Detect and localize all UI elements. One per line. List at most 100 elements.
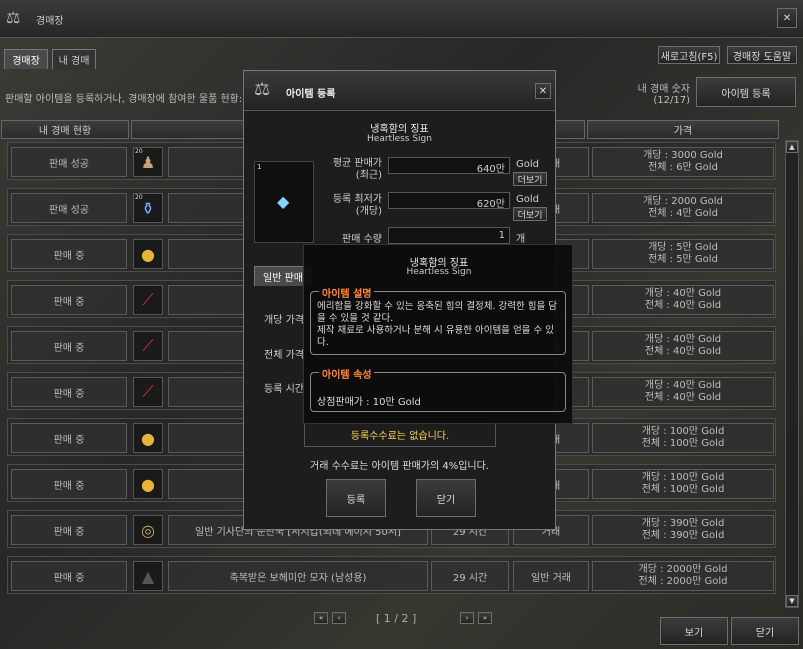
item-tooltip: 냉혹함의 징표 Heartless Sign 아이템 설명 에리함을 강화할 수… <box>303 244 573 424</box>
duration-label: 등록 시간 <box>264 384 304 395</box>
trade-fee-text: 거래 수수료는 아이템 판매가의 4%입니다. <box>310 461 489 472</box>
row-unit-price: 개당 : 40만 Gold <box>644 334 722 345</box>
row-total-price: 전체 : 40만 Gold <box>644 346 722 357</box>
avg-price-unit: Gold <box>516 159 539 170</box>
unit-price-label: 개당 가격 <box>264 315 304 326</box>
min-more-button[interactable]: 더보기 <box>513 207 547 221</box>
header-status: 내 경매 현황 <box>1 120 129 139</box>
next-page-button[interactable]: › <box>460 612 474 624</box>
avg-more-button[interactable]: 더보기 <box>513 172 547 186</box>
hat-icon: ▲ <box>133 561 163 591</box>
my-count-label: 내 경매 숫자 <box>637 84 690 95</box>
qty-input[interactable]: 1 <box>388 227 510 244</box>
row-type: 일반 거래 <box>513 561 589 591</box>
min-price-field: 620만 <box>388 192 510 210</box>
window-close-button[interactable]: ✕ <box>777 8 797 28</box>
row-total-price: 전체 : 100만 Gold <box>641 438 725 449</box>
last-page-button[interactable]: » <box>478 612 492 624</box>
total-price-label: 전체 가격 <box>264 350 304 361</box>
main-close-button[interactable]: 닫기 <box>731 617 799 645</box>
window-title: 경매장 <box>36 16 64 27</box>
row-total-price: 전체 : 40만 Gold <box>644 300 722 311</box>
register-item-button[interactable]: 아이템 등록 <box>696 77 796 107</box>
view-button[interactable]: 보기 <box>660 617 728 645</box>
first-page-button[interactable]: « <box>314 612 328 624</box>
scroll-down-button[interactable]: ▼ <box>786 595 798 607</box>
axe-icon: ⟋ <box>133 377 163 407</box>
avg-price-label: 평균 판매가 (최근) <box>332 158 382 181</box>
row-price: 개당 : 40만 Gold 전체 : 40만 Gold <box>592 331 774 361</box>
row-total-price: 전체 : 5만 Gold <box>648 254 718 265</box>
my-count-value: (12/17) <box>653 95 690 106</box>
coin-icon: ● <box>133 239 163 269</box>
row-status: 판매 중 <box>11 515 127 545</box>
tooltip-desc-title: 아이템 설명 <box>319 285 375 300</box>
notice-text: 판매할 아이템을 등록하거나, 경매장에 참여한 물품 현황: <box>5 94 243 105</box>
row-unit-price: 개당 : 40만 Gold <box>644 288 722 299</box>
ring-icon: ◎ <box>133 515 163 545</box>
row-total-price: 전체 : 390만 Gold <box>641 530 725 541</box>
row-unit-price: 개당 : 3000 Gold <box>643 150 723 161</box>
row-unit-price: 개당 : 2000만 Gold <box>638 564 728 575</box>
row-total-price: 전체 : 100만 Gold <box>641 484 725 495</box>
item-name-en: Heartless Sign <box>367 134 432 144</box>
tooltip-desc-text: 에리함을 강화할 수 있는 응축된 힘의 결정체. 강력한 힘을 담을 수 있을… <box>317 301 557 348</box>
row-item-name: 축복받은 보헤미안 모자 (남성용) <box>168 561 428 591</box>
fee-notice: 등록수수료는 없습니다. <box>304 421 496 447</box>
scale-icon: ⚖ <box>254 79 271 100</box>
tab-auction[interactable]: 경매장 <box>4 49 48 69</box>
row-status: 판매 성공 <box>11 147 127 177</box>
row-unit-price: 개당 : 100만 Gold <box>641 426 725 437</box>
crystal-icon: ◆ <box>277 192 290 211</box>
coin-icon: ● <box>133 423 163 453</box>
figurine-icon: ♟ 20 <box>133 147 163 177</box>
tooltip-attr-box: 아이템 속성 상점판매가 : 10만 Gold <box>310 366 566 412</box>
row-total-price: 전체 : 6만 Gold <box>648 162 718 173</box>
axe-icon: ⟋ <box>133 285 163 315</box>
row-status: 판매 중 <box>11 285 127 315</box>
row-time: 29 시간 <box>431 561 509 591</box>
row-status: 판매 중 <box>11 377 127 407</box>
axe-icon: ⟋ <box>133 331 163 361</box>
item-count: 1 <box>257 163 262 171</box>
help-button[interactable]: 경매장 도움말 <box>727 46 797 64</box>
item-slot: 1 ◆ <box>254 161 314 243</box>
tab-my-auction[interactable]: 내 경매 <box>52 49 96 69</box>
row-status: 판매 중 <box>11 561 127 591</box>
row-unit-price: 개당 : 2000 Gold <box>643 196 723 207</box>
row-total-price: 전체 : 40만 Gold <box>644 392 722 403</box>
row-status: 판매 중 <box>11 239 127 269</box>
register-cancel-button[interactable]: 닫기 <box>416 479 476 517</box>
row-unit-price: 개당 : 5만 Gold <box>648 242 718 253</box>
scale-icon: ⚖ <box>6 8 21 27</box>
scroll-up-button[interactable]: ▲ <box>786 141 798 153</box>
row-total-price: 전체 : 2000만 Gold <box>638 576 728 587</box>
qty-label: 판매 수량 <box>342 234 382 245</box>
auction-titlebar: ⚖ 경매장 ✕ <box>0 0 803 38</box>
tooltip-desc-box: 아이템 설명 에리함을 강화할 수 있는 응축된 힘의 결정체. 강력한 힘을 … <box>310 285 566 355</box>
min-price-unit: Gold <box>516 194 539 205</box>
item-qty: 20 <box>135 194 143 201</box>
row-status: 판매 중 <box>11 469 127 499</box>
refresh-button[interactable]: 새로고침(F5) <box>658 46 720 64</box>
row-unit-price: 개당 : 40만 Gold <box>644 380 722 391</box>
row-price: 개당 : 100만 Gold 전체 : 100만 Gold <box>592 469 774 499</box>
fee-notice-text: 등록수수료는 없습니다. <box>350 430 450 442</box>
tooltip-attr-text: 상점판매가 : 10만 Gold <box>317 397 421 408</box>
table-row[interactable]: 판매 중 ▲ 축복받은 보헤미안 모자 (남성용) 29 시간 일반 거래 개당 : 20… <box>7 556 776 594</box>
avg-price-field: 640만 <box>388 157 510 175</box>
register-dialog-title: 아이템 등록 <box>286 89 336 100</box>
tooltip-attr-title: 아이템 속성 <box>319 366 375 381</box>
row-price: 개당 : 40만 Gold 전체 : 40만 Gold <box>592 285 774 315</box>
scrollbar[interactable]: ▲ ▼ <box>785 140 799 608</box>
row-status: 판매 중 <box>11 423 127 453</box>
row-price: 개당 : 100만 Gold 전체 : 100만 Gold <box>592 423 774 453</box>
prev-page-button[interactable]: ‹ <box>332 612 346 624</box>
min-price-label: 등록 최저가 (개당) <box>332 194 382 217</box>
row-status: 판매 중 <box>11 331 127 361</box>
register-dialog-titlebar: ⚖ 아이템 등록 ✕ <box>244 71 555 111</box>
register-confirm-button[interactable]: 등록 <box>326 479 386 517</box>
dialog-close-icon[interactable]: ✕ <box>535 83 551 99</box>
row-unit-price: 개당 : 390만 Gold <box>641 518 725 529</box>
row-price: 개당 : 390만 Gold 전체 : 390만 Gold <box>592 515 774 545</box>
